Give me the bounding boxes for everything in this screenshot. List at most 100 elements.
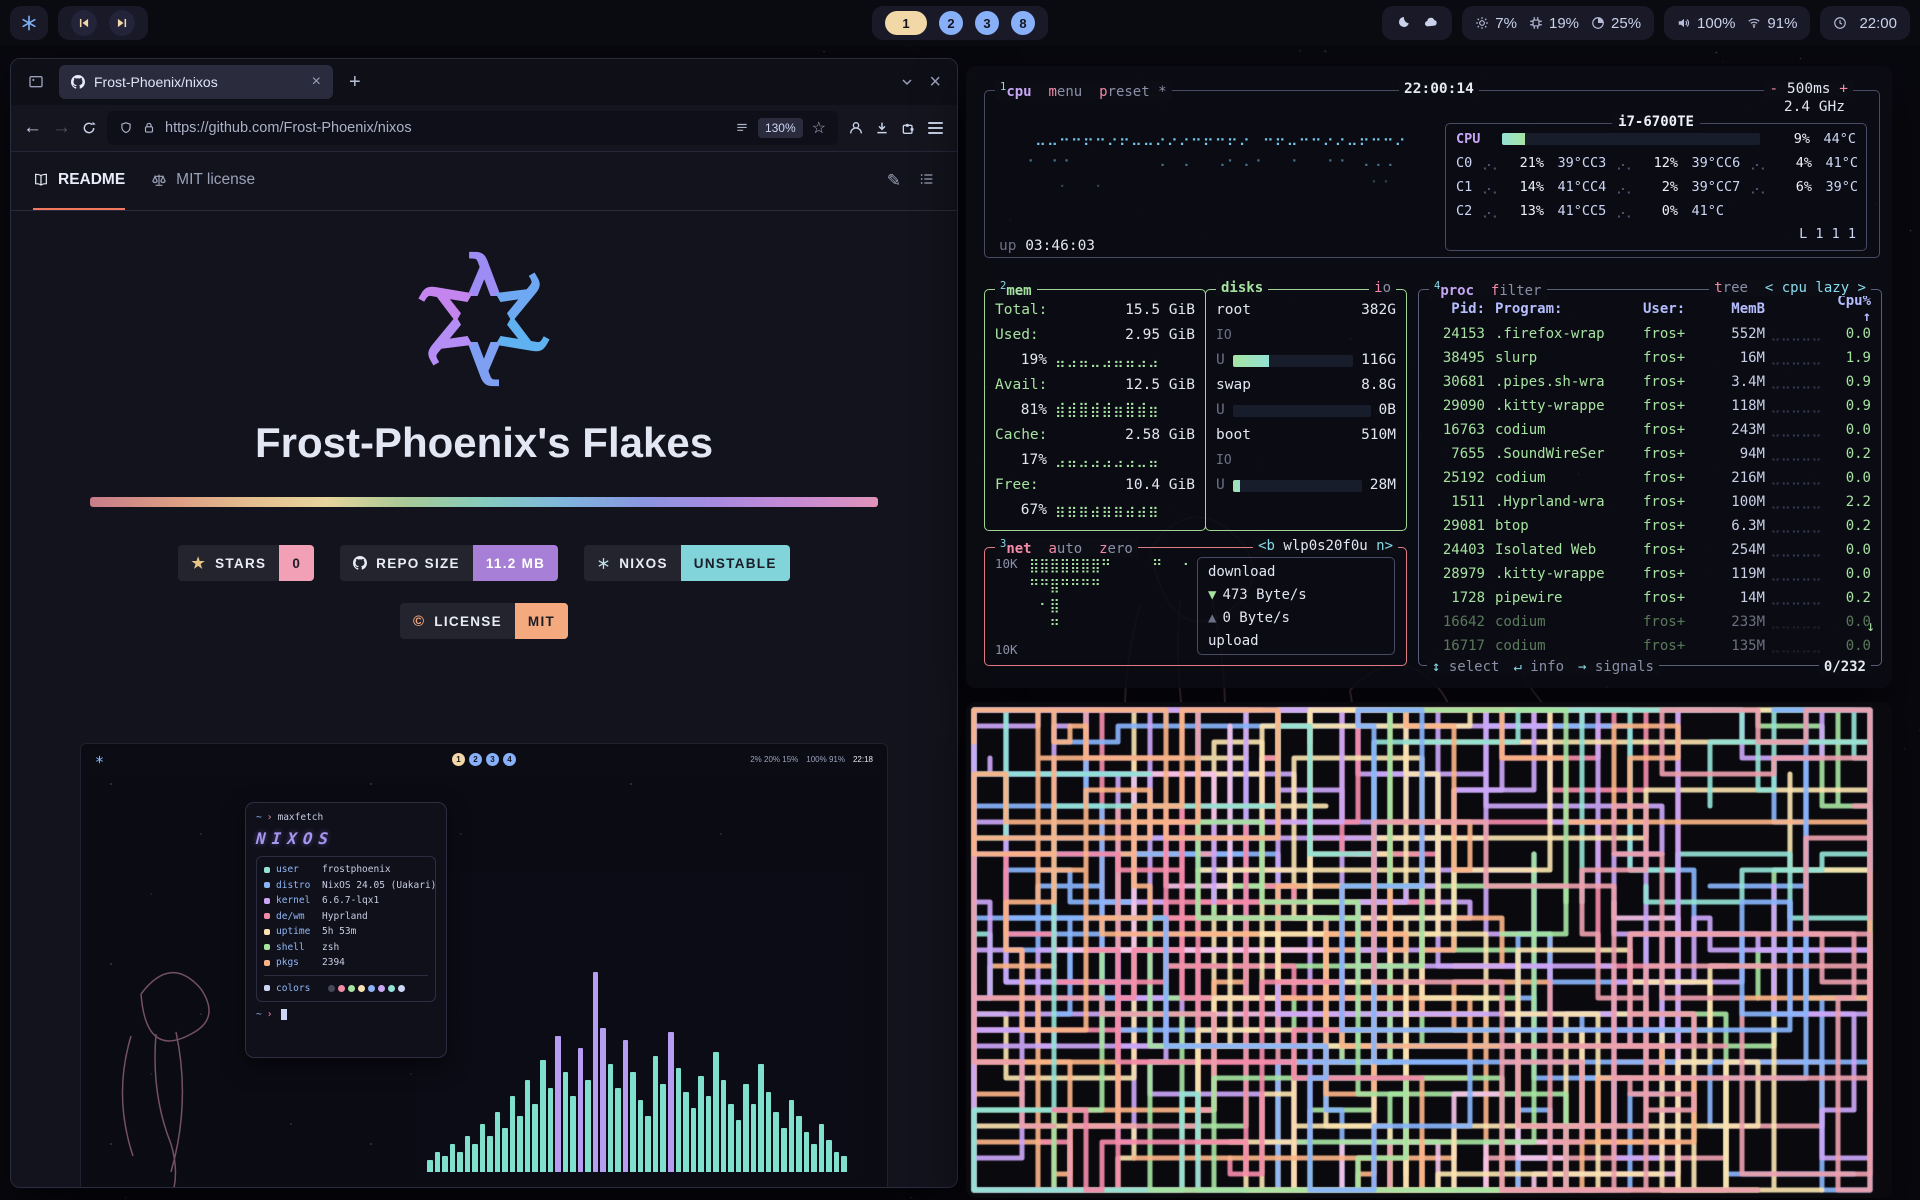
workspace-2[interactable]: 2: [939, 11, 963, 35]
net-prev-interface-button[interactable]: <b: [1258, 538, 1275, 554]
zoom-level-button[interactable]: 130%: [758, 118, 803, 138]
reader-mode-icon[interactable]: [735, 121, 749, 135]
proc-tree-button[interactable]: tree: [1714, 280, 1748, 296]
tab-license[interactable]: MIT license: [151, 152, 255, 210]
lock-icon[interactable]: [142, 121, 156, 135]
tab-readme[interactable]: README: [33, 152, 125, 210]
nixos-launcher-button[interactable]: [10, 6, 48, 40]
workspace-8[interactable]: 8: [1011, 11, 1035, 35]
core-name: C6: [1724, 155, 1750, 171]
extensions-button[interactable]: [900, 120, 916, 136]
firefox-view-button[interactable]: [21, 67, 51, 97]
core-mini-graph: ⡠⡀: [1482, 179, 1508, 195]
badge-row-license: ©LICENSEMIT: [400, 603, 568, 639]
list-tabs-button[interactable]: [899, 74, 915, 90]
header-pid[interactable]: Pid:: [1429, 301, 1485, 317]
process-row[interactable]: 16717codiumfros+135M⣀⣀⣀⣀⣀0.0: [1419, 634, 1881, 658]
cpu-box: 1cpu menu preset * 22:00:14 - 500ms + 2.…: [984, 90, 1880, 258]
badge-nixos[interactable]: NIXOSUNSTABLE: [584, 545, 789, 581]
badge-row-primary: ★STARS0 REPO SIZE11.2 MB NIXOSUNSTABLE: [178, 545, 789, 581]
net-next-interface-button[interactable]: n>: [1376, 538, 1393, 554]
process-row[interactable]: 30681.pipes.sh-wrafros+3.4M⣀⣀⣀⣀⣀0.9: [1419, 370, 1881, 394]
footer-signals-button[interactable]: → signals: [1578, 659, 1654, 675]
browser-tab[interactable]: Frost-Phoenix/nixos ×: [59, 65, 333, 99]
refresh-decrease-button[interactable]: -: [1769, 81, 1778, 97]
account-button[interactable]: [848, 120, 864, 136]
url-bar[interactable]: https://github.com/Frost-Phoenix/nixos 1…: [107, 111, 838, 145]
visualizer-bar: [668, 1032, 674, 1172]
core-cell: C0⡠⡀21%39°C: [1456, 151, 1590, 175]
badge-value: UNSTABLE: [681, 545, 790, 581]
mem-row-braille: ⣶⣶⣶⣴⣶⣶⣴⣴⣶: [1055, 498, 1195, 523]
palette-dot: [368, 985, 375, 992]
core-mini-graph: ⡠⡀: [1482, 203, 1508, 219]
wifi-stat[interactable]: 91%: [1747, 15, 1797, 32]
io-mode-button[interactable]: io: [1374, 280, 1391, 296]
wifi-icon: [1747, 16, 1761, 30]
cpu-graph-line: ⠀⠀⠀⠀⠀⠄⠀⠀⠄⠀⠀⠀⠀⠀⠀⠀⠀⠀⠀⠀⠀⠀⠀⠀⠀⠀⠀⠀⠀⠀⠀⠂⠂⠀: [999, 173, 1445, 194]
badge-repo-size[interactable]: REPO SIZE11.2 MB: [340, 545, 558, 581]
header-program[interactable]: Program:: [1485, 301, 1643, 317]
process-row[interactable]: 1728pipewirefros+14M⣀⣀⣀⣀⣀0.2: [1419, 586, 1881, 610]
footer-info-button[interactable]: ↵ info: [1513, 659, 1564, 675]
mem-row-graph: 81%⣾⣾⣿⣾⣾⣶⣿⣾⣶: [985, 398, 1205, 423]
media-next-button[interactable]: [109, 10, 135, 36]
menu-button[interactable]: menu: [1048, 84, 1082, 100]
window-close-button[interactable]: ×: [923, 72, 947, 92]
workspace-3[interactable]: 3: [975, 11, 999, 35]
process-cpu: 0.9: [1827, 374, 1871, 390]
back-button[interactable]: ←: [23, 117, 42, 139]
menu-button[interactable]: [926, 120, 945, 136]
badge-license[interactable]: ©LICENSEMIT: [400, 603, 568, 639]
fetch-row-value: 5h 53m: [322, 924, 356, 940]
process-name: .kitty-wrappe: [1485, 566, 1643, 582]
new-tab-button[interactable]: +: [341, 71, 369, 94]
tab-close-button[interactable]: ×: [312, 74, 321, 90]
process-user: fros+: [1643, 518, 1703, 534]
workspace-1[interactable]: 1: [885, 11, 927, 35]
footer-select-button[interactable]: ↕ select: [1432, 659, 1499, 675]
header-cpu[interactable]: Cpu% ↑: [1827, 293, 1871, 325]
process-row[interactable]: 16763codiumfros+243M⣀⣀⣀⣀⣀0.0: [1419, 418, 1881, 442]
scroll-down-indicator[interactable]: ↓: [1866, 619, 1875, 635]
outline-button[interactable]: [919, 171, 935, 187]
forward-button[interactable]: →: [52, 117, 71, 139]
visualizer-bar: [450, 1144, 456, 1172]
tracking-protection-shield-icon[interactable]: [119, 121, 133, 135]
core-cell: C3⡠⡀12%39°C: [1590, 151, 1724, 175]
bookmark-star-button[interactable]: ☆: [812, 118, 826, 138]
refresh-increase-button[interactable]: +: [1839, 81, 1848, 97]
edit-readme-button[interactable]: ✎: [887, 171, 901, 191]
mem-row-label: Used:: [995, 323, 1039, 348]
core-mini-graph: ⡠⡀: [1750, 155, 1776, 171]
reload-button[interactable]: [81, 120, 97, 136]
readme-screenshot[interactable]: 1234 2% 20% 15% 100% 91% 22:18 ~ › maxfe…: [80, 743, 888, 1188]
process-row[interactable]: 29090.kitty-wrappefros+118M⣀⣀⣀⣀⣀0.9: [1419, 394, 1881, 418]
header-memory[interactable]: MemB: [1703, 301, 1765, 317]
proc-filter-button[interactable]: filter: [1491, 283, 1542, 299]
volume-stat[interactable]: 100%: [1677, 15, 1735, 32]
process-row[interactable]: 29081btopfros+6.3M⣀⣀⣀⣀⣀0.2: [1419, 514, 1881, 538]
process-row[interactable]: 16642codiumfros+233M⣀⣀⣀⣀⣀0.0: [1419, 610, 1881, 634]
clock-widget[interactable]: 22:00: [1820, 6, 1910, 40]
process-row[interactable]: 7655.SoundWireSerfros+94M⣀⣀⣀⣀⣀0.2: [1419, 442, 1881, 466]
process-row[interactable]: 24153.firefox-wrapfros+552M⣀⣀⣀⣀⣀0.0: [1419, 322, 1881, 346]
weather-widget[interactable]: [1382, 6, 1452, 40]
process-row[interactable]: 24403Isolated Webfros+254M⣀⣀⣀⣀⣀0.0: [1419, 538, 1881, 562]
process-row[interactable]: 25192codiumfros+216M⣀⣀⣀⣀⣀0.0: [1419, 466, 1881, 490]
core-temp: 39°C: [1812, 179, 1858, 195]
header-user[interactable]: User:: [1643, 301, 1703, 317]
preset-button[interactable]: preset *: [1099, 84, 1166, 100]
net-auto-button[interactable]: auto: [1048, 541, 1082, 557]
pipes-terminal-window: [966, 702, 1892, 1198]
net-zero-button[interactable]: zero: [1099, 541, 1133, 557]
process-row[interactable]: 38495slurpfros+16M⣀⣀⣀⣀⣀1.9: [1419, 346, 1881, 370]
downloads-button[interactable]: [874, 120, 890, 136]
visualizer-bar: [608, 1064, 614, 1172]
process-row[interactable]: 1511.Hyprland-wrafros+100M⣀⣀⣀⣀⣀2.2: [1419, 490, 1881, 514]
proc-sort-selector[interactable]: < cpu lazy >: [1765, 280, 1866, 296]
media-previous-button[interactable]: [71, 10, 97, 36]
badge-stars[interactable]: ★STARS0: [178, 545, 314, 581]
disk-used-row: U116G: [1206, 348, 1406, 373]
process-row[interactable]: 28979.kitty-wrappefros+119M⣀⣀⣀⣀⣀0.0: [1419, 562, 1881, 586]
